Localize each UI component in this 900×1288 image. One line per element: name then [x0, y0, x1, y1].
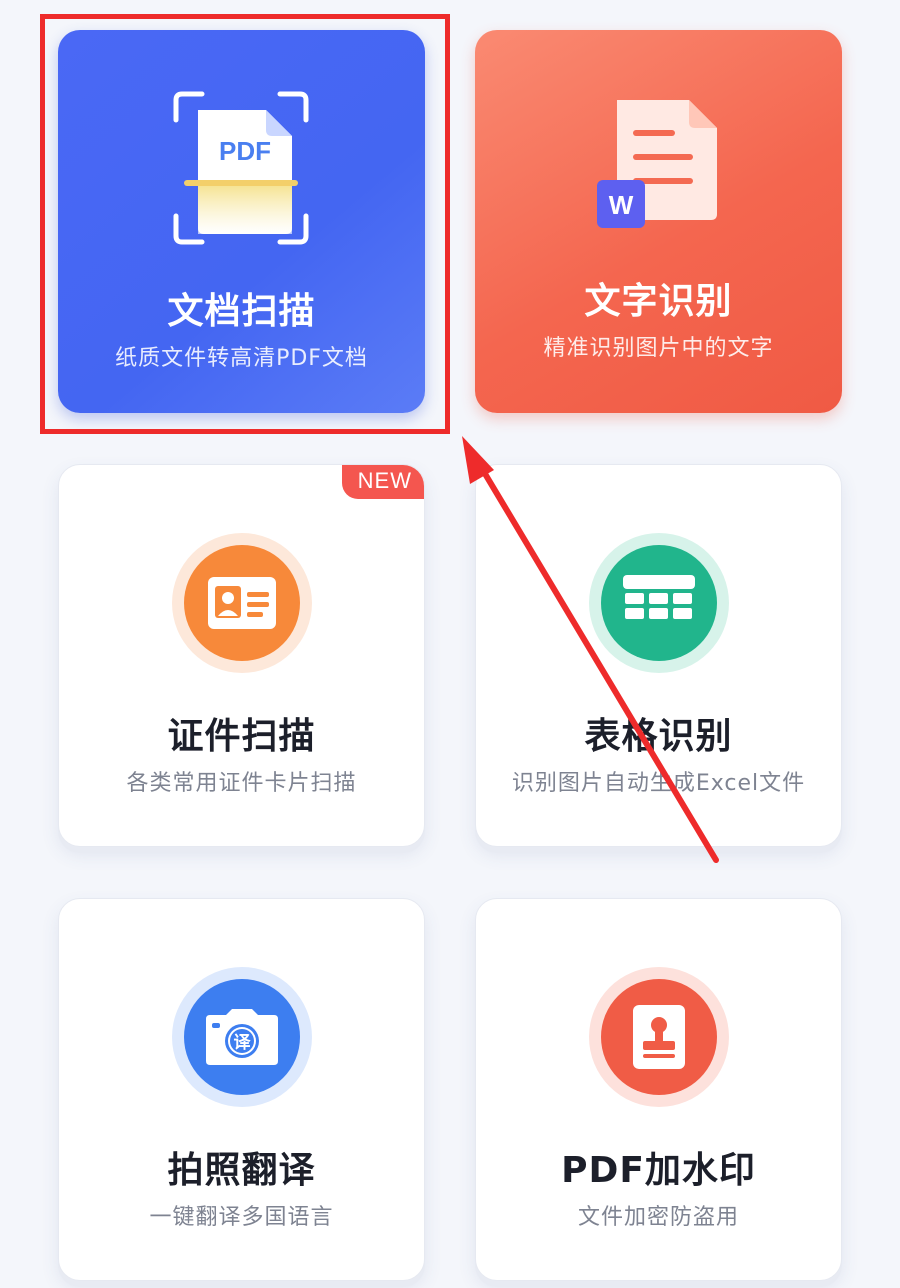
card-title: PDF加水印: [561, 1150, 756, 1191]
card-title: 文字识别: [584, 281, 733, 322]
translate-icon-text: 译: [233, 1033, 251, 1053]
table-icon-bg: [588, 533, 729, 673]
camera-translate-icon-bg: 译: [171, 967, 312, 1107]
card-title: 拍照翻译: [167, 1150, 316, 1191]
doc-scan-card[interactable]: PDF 文档扫描 纸质文件转高清PDF文档: [58, 30, 425, 413]
card-subtitle: 识别图片自动生成Excel文件: [511, 771, 806, 796]
id-card-icon-bg: [171, 533, 312, 673]
pdf-icon-text: PDF: [219, 136, 271, 166]
card-subtitle: 精准识别图片中的文字: [543, 336, 774, 361]
card-title: 文档扫描: [167, 291, 316, 332]
card-subtitle: 各类常用证件卡片扫描: [126, 771, 357, 796]
pdf-scan-icon: PDF: [173, 91, 309, 245]
photo-translate-card[interactable]: 译 拍照翻译 一键翻译多国语言: [58, 898, 425, 1281]
card-title: 表格识别: [584, 716, 733, 757]
camera-translate-icon: 译: [205, 1009, 278, 1065]
stamp-icon-bg: [588, 967, 729, 1107]
card-subtitle: 文件加密防盗用: [577, 1205, 739, 1230]
stamp-icon: [632, 1005, 685, 1069]
card-subtitle: 一键翻译多国语言: [149, 1205, 334, 1230]
word-document-icon: W: [597, 100, 717, 228]
new-badge: NEW: [341, 465, 424, 499]
text-recognition-card[interactable]: W 文字识别 精准识别图片中的文字: [475, 30, 842, 413]
id-card-icon: [207, 577, 276, 629]
table-recognition-card[interactable]: 表格识别 识别图片自动生成Excel文件: [475, 464, 842, 847]
table-icon: [622, 575, 695, 619]
id-scan-card[interactable]: NEW 证件扫描 各类常用证件卡片扫描: [58, 464, 425, 847]
pdf-watermark-card[interactable]: PDF加水印 文件加密防盗用: [475, 898, 842, 1281]
card-title: 证件扫描: [167, 716, 316, 757]
word-icon-text: W: [609, 190, 634, 220]
card-subtitle: 纸质文件转高清PDF文档: [115, 346, 368, 371]
